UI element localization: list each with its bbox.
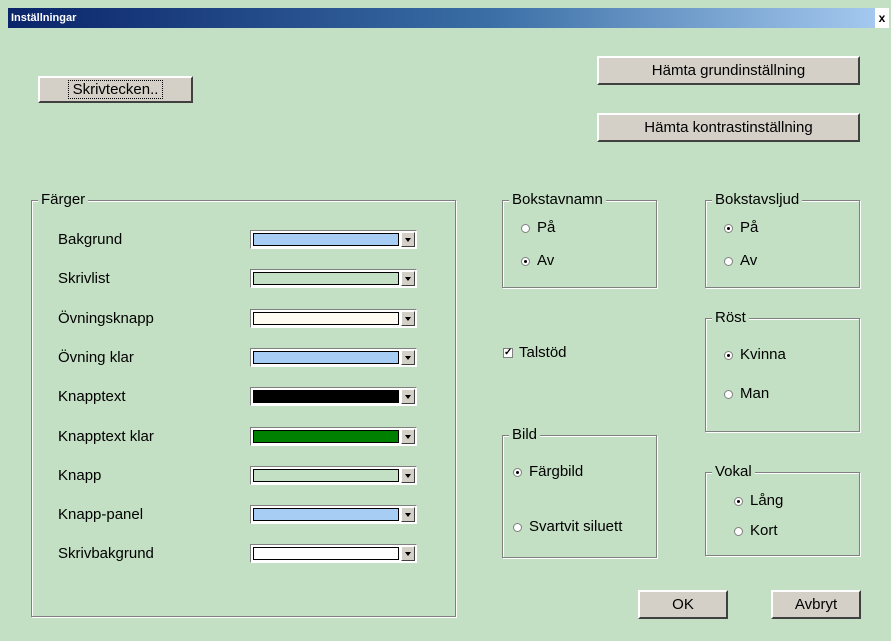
skrivtecken-button-label: Skrivtecken.. [67,80,164,99]
window-title: Inställningar [11,12,77,24]
color-swatch [253,233,399,246]
color-label: Knapp-panel [58,506,144,523]
vowel-long-dot [734,496,743,506]
color-label: Knapp [58,467,102,484]
speech-support-label: Talstöd [519,344,567,361]
chevron-down-icon[interactable] [401,429,415,444]
speech-support-check-icon: ✓ [503,347,513,358]
voice-male-label: Man [740,385,770,402]
reset-default-button[interactable]: Hämta grundinställning [597,56,860,85]
voice-female-radio[interactable]: Kvinna [724,346,786,364]
image-silhouette-label: Svartvit siluett [529,518,623,535]
letter-name-on-dot [521,223,530,233]
load-contrast-label: Hämta kontrastinställning [644,119,813,136]
letter-name-group: Bokstavnamn På Av [502,190,657,288]
chevron-down-icon[interactable] [401,232,415,247]
skrivtecken-button[interactable]: Skrivtecken.. [38,76,193,103]
color-label: Bakgrund [58,231,123,248]
color-select[interactable] [250,309,417,328]
color-swatch [253,272,399,285]
load-contrast-button[interactable]: Hämta kontrastinställning [597,113,860,142]
color-label: Skrivbakgrund [58,545,154,562]
image-legend: Bild [509,425,541,445]
letter-name-on-label: På [537,219,556,236]
ok-button-label: OK [672,596,694,613]
color-swatch [253,351,399,364]
chevron-down-icon[interactable] [401,507,415,522]
vowel-long-radio[interactable]: Lång [734,492,783,510]
color-label: Övningsknapp [58,310,154,327]
settings-dialog: Inställningar x Skrivtecken.. Hämta grun… [0,0,891,641]
chevron-down-icon[interactable] [401,468,415,483]
letter-sound-on-label: På [740,219,759,236]
colors-legend: Färger [38,190,89,210]
vowel-group: Vokal Lång Kort [705,462,860,556]
voice-group: Röst Kvinna Man [705,308,860,432]
image-group: Bild Färgbild Svartvit siluett [502,425,657,558]
vowel-short-radio[interactable]: Kort [734,522,778,540]
color-select[interactable] [250,427,417,446]
letter-sound-on-dot [724,223,733,233]
colors-group: Färger Bakgrund Skrivlist Övningsknapp Övni… [31,190,456,617]
color-select[interactable] [250,269,417,288]
chevron-down-icon[interactable] [401,271,415,286]
letter-sound-legend: Bokstavsljud [712,190,803,210]
color-select[interactable] [250,348,417,367]
color-label: Övning klar [58,349,134,366]
color-select[interactable] [250,387,417,406]
letter-name-off-dot [521,256,530,266]
color-select[interactable] [250,505,417,524]
image-silhouette-radio[interactable]: Svartvit siluett [513,518,622,536]
voice-female-label: Kvinna [740,346,786,363]
image-color-radio[interactable]: Färgbild [513,463,583,481]
chevron-down-icon[interactable] [401,311,415,326]
image-silhouette-dot [513,522,522,532]
color-select[interactable] [250,466,417,485]
voice-male-dot [724,389,733,399]
vowel-long-label: Lång [750,492,784,509]
chevron-down-icon[interactable] [401,350,415,365]
color-select[interactable] [250,544,417,563]
letter-name-off-label: Av [537,252,555,269]
color-swatch [253,508,399,521]
color-swatch [253,430,399,443]
close-icon[interactable]: x [875,8,889,28]
color-label: Knapptext [58,388,126,405]
vowel-legend: Vokal [712,462,755,482]
color-label: Skrivlist [58,270,110,287]
color-swatch [253,547,399,560]
letter-name-off-radio[interactable]: Av [521,252,554,270]
voice-male-radio[interactable]: Man [724,385,769,403]
color-select[interactable] [250,230,417,249]
reset-default-label: Hämta grundinställning [651,62,806,79]
color-swatch [253,469,399,482]
cancel-button-label: Avbryt [794,596,838,613]
image-color-label: Färgbild [529,463,584,480]
letter-name-on-radio[interactable]: På [521,219,555,237]
letter-name-legend: Bokstavnamn [509,190,606,210]
chevron-down-icon[interactable] [401,389,415,404]
color-swatch [253,390,399,403]
letter-sound-off-radio[interactable]: Av [724,252,757,270]
letter-sound-on-radio[interactable]: På [724,219,758,237]
letter-sound-group: Bokstavsljud På Av [705,190,860,288]
voice-female-dot [724,350,733,360]
color-swatch [253,312,399,325]
title-bar: Inställningar x [8,8,889,28]
speech-support-checkbox[interactable]: ✓ Talstöd [503,344,567,362]
color-label: Knapptext klar [58,428,154,445]
vowel-short-label: Kort [750,522,778,539]
vowel-short-dot [734,526,743,536]
cancel-button[interactable]: Avbryt [771,590,861,619]
chevron-down-icon[interactable] [401,546,415,561]
letter-sound-off-dot [724,256,733,266]
image-color-dot [513,467,522,477]
letter-sound-off-label: Av [740,252,758,269]
ok-button[interactable]: OK [638,590,728,619]
voice-legend: Röst [712,308,749,328]
